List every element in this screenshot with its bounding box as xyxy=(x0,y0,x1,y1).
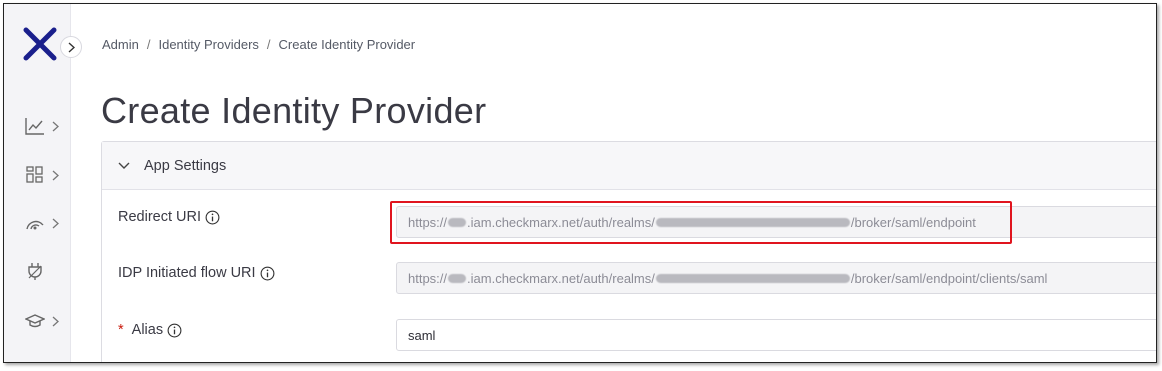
breadcrumb-identity-providers[interactable]: Identity Providers xyxy=(158,37,258,52)
idp-initiated-field[interactable]: https:// .iam.checkmarx.net/auth/realms/… xyxy=(396,262,1156,294)
main-content: Admin / Identity Providers / Create Iden… xyxy=(72,4,1156,362)
breadcrumb-current: Create Identity Provider xyxy=(278,37,416,52)
chevron-down-icon xyxy=(118,159,132,173)
chevron-right-icon xyxy=(52,169,62,181)
required-marker: * xyxy=(118,322,124,338)
redirect-uri-mid: .iam.checkmarx.net/auth/realms/ xyxy=(467,214,655,230)
chevron-right-icon xyxy=(52,217,62,229)
close-x-logo[interactable] xyxy=(22,26,58,62)
idp-initiated-suffix: /broker/saml/endpoint/clients/saml xyxy=(850,270,1048,286)
redacted-text xyxy=(448,273,467,283)
redirect-uri-field[interactable]: https:// .iam.checkmarx.net/auth/realms/… xyxy=(396,206,1156,238)
breadcrumb-separator: / xyxy=(266,37,271,52)
sidebar-item-integrations[interactable] xyxy=(24,259,68,283)
alias-input[interactable]: saml xyxy=(396,319,1156,351)
redacted-text xyxy=(655,217,850,227)
breadcrumb-separator: / xyxy=(146,37,151,52)
sidebar-expand-button[interactable] xyxy=(60,36,82,58)
alias-value: saml xyxy=(408,327,436,343)
idp-initiated-label-text: IDP Initiated flow URI xyxy=(118,265,256,281)
sidebar-item-dashboard[interactable] xyxy=(24,163,68,187)
chevron-right-icon xyxy=(68,41,75,53)
app-settings-toggle[interactable]: App Settings xyxy=(102,142,1156,190)
breadcrumb: Admin / Identity Providers / Create Iden… xyxy=(102,37,415,52)
dashboard-grid-icon xyxy=(24,164,46,186)
chevron-right-icon xyxy=(52,120,62,132)
info-icon[interactable] xyxy=(205,210,220,225)
panel-header-label: App Settings xyxy=(144,157,227,174)
sidebar-item-analytics[interactable] xyxy=(24,114,68,138)
plug-icon xyxy=(24,260,46,282)
info-icon[interactable] xyxy=(167,323,182,338)
chart-line-icon xyxy=(24,115,46,137)
redirect-uri-prefix: https:// xyxy=(408,214,448,230)
breadcrumb-admin[interactable]: Admin xyxy=(102,37,139,52)
sidebar-item-learning[interactable] xyxy=(24,309,68,333)
redacted-text xyxy=(448,217,467,227)
sidebar xyxy=(4,4,71,362)
redirect-uri-label-text: Redirect URI xyxy=(118,209,201,225)
page-title: Create Identity Provider xyxy=(101,90,487,131)
idp-initiated-mid: .iam.checkmarx.net/auth/realms/ xyxy=(467,270,655,286)
app-settings-panel: App Settings Redirect URI https:// .iam.… xyxy=(101,141,1156,362)
chevron-right-icon xyxy=(52,315,62,327)
idp-initiated-label: IDP Initiated flow URI xyxy=(118,265,275,281)
app-window: Admin / Identity Providers / Create Iden… xyxy=(3,3,1157,363)
sidebar-item-radar[interactable] xyxy=(24,211,68,235)
radar-icon xyxy=(24,212,46,234)
info-icon[interactable] xyxy=(260,266,275,281)
redirect-uri-label: Redirect URI xyxy=(118,209,220,225)
alias-label-text: Alias xyxy=(131,322,164,338)
idp-initiated-prefix: https:// xyxy=(408,270,448,286)
redirect-uri-suffix: /broker/saml/endpoint xyxy=(850,214,976,230)
redacted-text xyxy=(655,273,850,283)
alias-label: * Alias xyxy=(118,322,182,338)
graduation-cap-icon xyxy=(24,310,46,332)
